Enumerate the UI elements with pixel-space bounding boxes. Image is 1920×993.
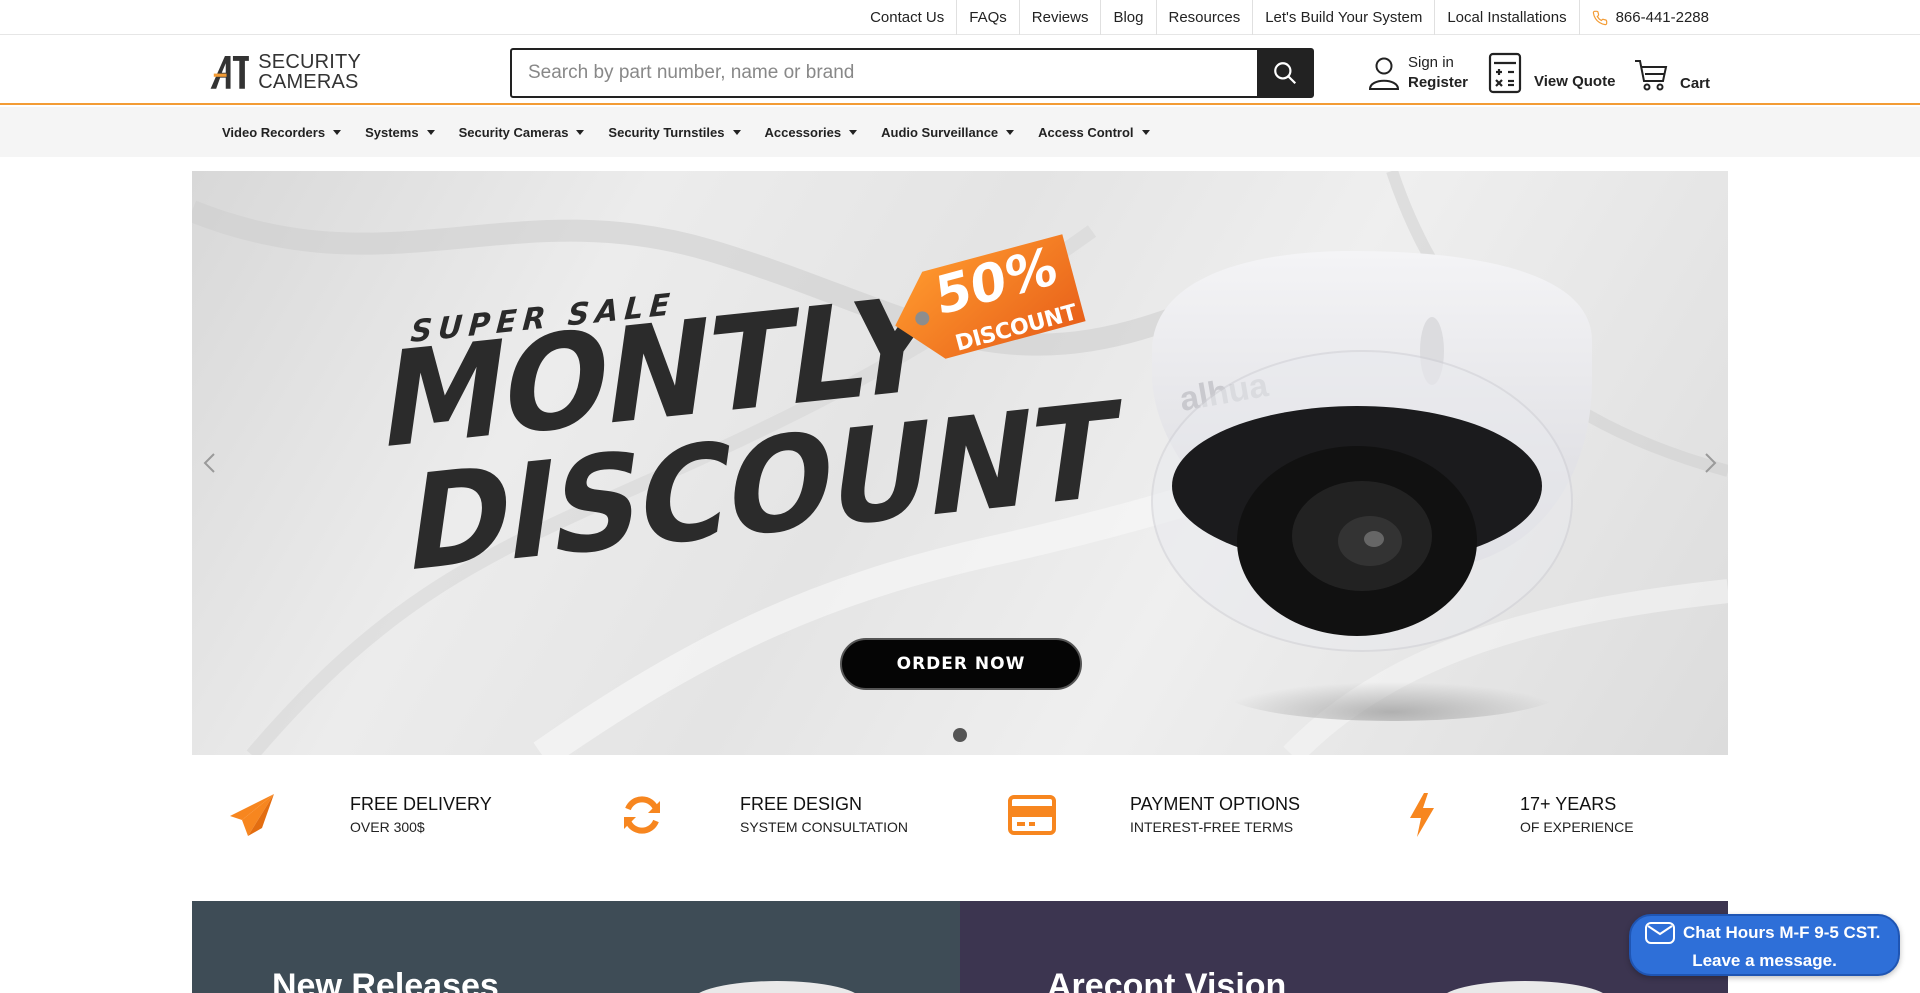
chat-widget-button[interactable]: Chat Hours M-F 9-5 CST. Leave a message.: [1629, 914, 1900, 976]
sign-in-link[interactable]: Sign in: [1408, 53, 1468, 73]
feature-payment-options: PAYMENT OPTIONS INTEREST-FREE TERMS: [1002, 785, 1300, 845]
nav-label: Systems: [365, 124, 419, 140]
lightning-icon: [1410, 793, 1434, 837]
nav-security-turnstiles[interactable]: Security Turnstiles: [608, 124, 741, 140]
feature-subtitle: OVER 300$: [350, 819, 425, 835]
nav-video-recorders[interactable]: Video Recorders: [222, 124, 342, 140]
category-nav: Video Recorders Systems Security Cameras…: [0, 107, 1920, 157]
nav-security-cameras[interactable]: Security Cameras: [459, 125, 585, 140]
logo-line-1: SECURITY: [258, 51, 361, 73]
feature-years-experience: 17+ YEARS OF EXPERIENCE: [1392, 785, 1634, 845]
carousel-prev-button[interactable]: [200, 451, 220, 475]
caret-down-icon: [732, 129, 741, 135]
feature-subtitle: OF EXPERIENCE: [1520, 819, 1634, 835]
chevron-right-icon: [1705, 453, 1717, 473]
logo-mark: [210, 56, 249, 89]
nav-access-control[interactable]: Access Control: [1038, 124, 1150, 140]
chat-leave-message: Leave a message.: [1692, 951, 1837, 970]
feature-subtitle: INTEREST-FREE TERMS: [1130, 819, 1294, 835]
features-strip: FREE DELIVERY OVER 300$ FREE DESIGN SYST…: [192, 775, 1728, 855]
cart-label: Cart: [1680, 74, 1711, 92]
nav-label: Security Turnstiles: [608, 124, 725, 140]
resources-link[interactable]: Resources: [1157, 0, 1254, 35]
promo-title: New Releases: [272, 967, 499, 993]
order-now-button[interactable]: ORDER NOW: [840, 638, 1082, 690]
cart-button[interactable]: Cart: [1634, 55, 1710, 95]
credit-card-icon: [1008, 795, 1056, 835]
feature-title: 17+ YEARS: [1520, 794, 1617, 814]
feature-free-design: FREE DESIGN SYSTEM CONSULTATION: [612, 785, 908, 845]
nav-accessories[interactable]: Accessories: [765, 125, 858, 140]
calculator-icon: [1488, 52, 1522, 94]
nav-label: Audio Surveillance: [881, 124, 999, 140]
search-button[interactable]: [1257, 50, 1312, 96]
caret-down-icon: [1006, 129, 1015, 135]
blog-link[interactable]: Blog: [1101, 0, 1157, 35]
feature-title: FREE DESIGN: [740, 794, 863, 814]
caret-down-icon: [426, 129, 435, 135]
main-header: SECURITY CAMERAS Sign in Register V: [0, 35, 1920, 105]
refresh-icon: [624, 796, 660, 834]
feature-free-delivery: FREE DELIVERY OVER 300$: [222, 785, 492, 845]
envelope-icon: [1645, 922, 1675, 944]
nav-audio-surveillance[interactable]: Audio Surveillance: [881, 124, 1015, 140]
chevron-left-icon: [203, 453, 215, 473]
caret-down-icon: [1141, 129, 1150, 135]
phone-icon: [1592, 10, 1607, 25]
search-input[interactable]: [512, 50, 1257, 96]
contact-us-link[interactable]: Contact Us: [858, 0, 958, 35]
phone-number: 866-441-2288: [1615, 9, 1709, 26]
feature-title: PAYMENT OPTIONS: [1130, 794, 1301, 814]
nav-label: Security Cameras: [458, 124, 569, 140]
top-utility-bar: Contact Us FAQs Reviews Blog Resources L…: [0, 0, 1920, 35]
nav-label: Accessories: [764, 124, 842, 140]
search-bar: [510, 48, 1314, 98]
nav-label: Video Recorders: [222, 124, 326, 140]
cart-icon: [1635, 60, 1668, 91]
nav-systems[interactable]: Systems: [365, 124, 435, 140]
caret-down-icon: [849, 129, 858, 135]
chat-hours-text: Chat Hours M-F 9-5 CST.: [1683, 923, 1881, 942]
promo-title: Arecont Vision: [1047, 967, 1287, 993]
caret-down-icon: [576, 129, 585, 135]
view-quote-button[interactable]: View Quote: [1488, 50, 1615, 96]
search-icon: [1273, 62, 1296, 85]
logo-line-2: CAMERAS: [258, 71, 359, 93]
carousel-next-button[interactable]: [1700, 451, 1720, 475]
dome-camera-image: alhua: [1151, 251, 1592, 721]
account-menu[interactable]: Sign in Register: [1368, 51, 1468, 95]
paper-plane-icon: [230, 794, 274, 836]
hero-carousel: SUPER SALE MONTLY DISCOUNT 50% DISCOUNT …: [192, 171, 1728, 755]
reviews-link[interactable]: Reviews: [1020, 0, 1102, 35]
logo-wordmark: SECURITY CAMERAS: [258, 52, 361, 92]
register-link[interactable]: Register: [1408, 73, 1468, 93]
build-your-system-link[interactable]: Let's Build Your System: [1253, 0, 1436, 35]
carousel-dot[interactable]: [953, 728, 967, 742]
caret-down-icon: [333, 129, 342, 135]
feature-title: FREE DELIVERY: [350, 794, 492, 814]
promo-camera-image: [692, 981, 862, 993]
top-links: Contact Us FAQs Reviews Blog Resources L…: [858, 0, 1709, 35]
user-icon: [1368, 57, 1400, 90]
promo-arecont-vision[interactable]: Arecont Vision: [960, 901, 1728, 993]
promo-camera-image: [1440, 981, 1610, 993]
promo-new-releases[interactable]: New Releases: [192, 901, 960, 993]
site-logo[interactable]: SECURITY CAMERAS: [209, 49, 361, 95]
feature-subtitle: SYSTEM CONSULTATION: [740, 819, 909, 835]
local-installations-link[interactable]: Local Installations: [1435, 0, 1580, 35]
nav-label: Access Control: [1038, 124, 1134, 140]
phone-link[interactable]: 866-441-2288: [1580, 0, 1709, 35]
view-quote-label: View Quote: [1534, 72, 1616, 90]
faqs-link[interactable]: FAQs: [957, 0, 1020, 35]
